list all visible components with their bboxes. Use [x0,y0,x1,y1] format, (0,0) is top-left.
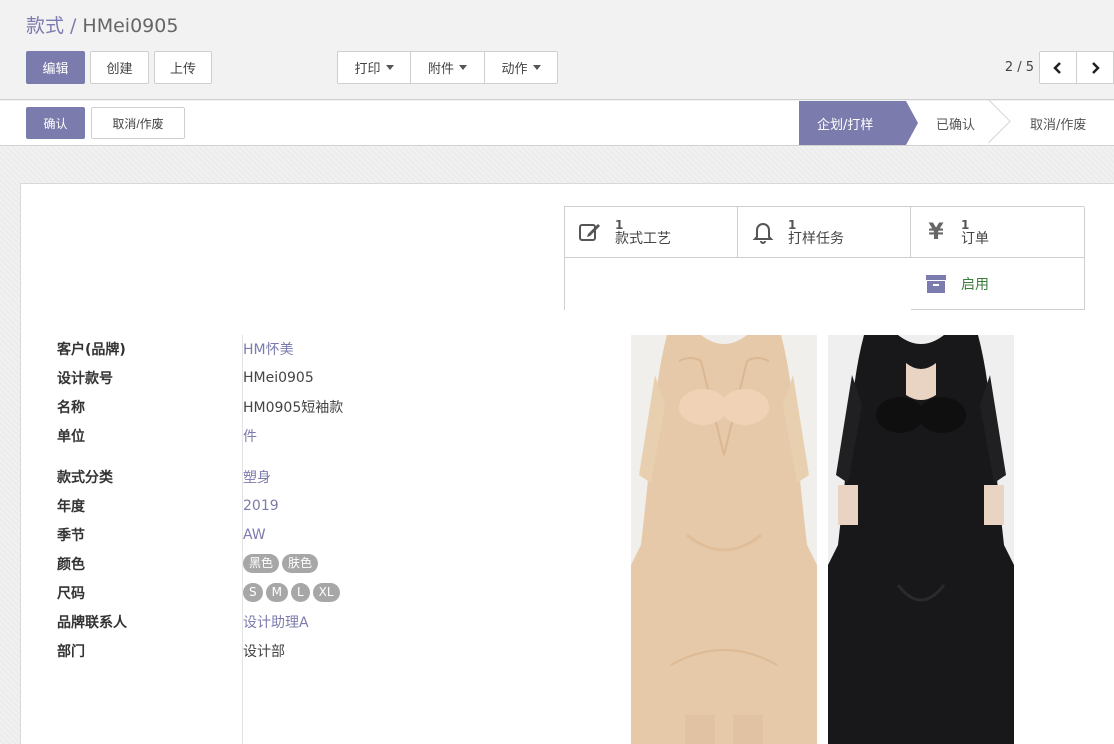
field-name: 名称 HM0905短袖款 [57,392,577,421]
style-craft-label: 款式工艺 [615,231,671,247]
field-category: 款式分类 塑身 [57,462,577,491]
style-craft-button[interactable]: 1 款式工艺 [565,207,738,258]
form-sheet: 1 款式工艺 1 打样任务 ¥ 1 订单 启用 客户(品牌) HM怀美 设计款号… [20,183,1114,744]
caret-down-icon [385,65,394,70]
category-link[interactable]: 塑身 [243,467,271,487]
size-tag: L [290,583,310,602]
name-value: HM0905短袖款 [243,399,344,416]
edit-icon [577,221,603,243]
sample-task-label: 打样任务 [788,231,844,247]
breadcrumb-parent-link[interactable]: 款式 [26,11,64,38]
caret-down-icon [459,65,467,70]
sample-task-count: 1 [788,218,797,232]
create-button[interactable]: 创建 [90,51,149,84]
style-craft-count: 1 [615,218,624,232]
size-tag: M [265,583,288,602]
field-label: 部门 [57,643,85,660]
field-year: 年度 2019 [57,491,577,520]
design-no-value: HMei0905 [243,369,314,386]
smart-buttons: 1 款式工艺 1 打样任务 ¥ 1 订单 启用 [564,206,1085,310]
pager: 2 / 5 [1005,51,1114,84]
caret-down-icon [532,65,541,70]
field-label: 品牌联系人 [57,614,127,631]
color-tags: 黑色 肤色 [243,554,319,573]
customer-link[interactable]: HM怀美 [243,339,294,359]
order-button[interactable]: ¥ 1 订单 [911,207,1085,258]
status-step-confirmed[interactable]: 已确认 [906,101,1000,145]
size-tag: S [243,583,263,602]
status-actions: 确认 取消/作废 [26,107,185,139]
sample-task-button[interactable]: 1 打样任务 [738,207,911,258]
field-label: 单位 [57,428,85,445]
size-tag: XL [312,583,340,602]
status-step-planning[interactable]: 企划/打样 [799,101,918,145]
pager-previous-button[interactable] [1039,51,1077,84]
field-label: 年度 [57,498,85,515]
product-image-black[interactable] [828,335,1014,744]
field-design-no: 设计款号 HMei0905 [57,363,577,392]
order-count: 1 [961,218,970,232]
form-fields: 客户(品牌) HM怀美 设计款号 HMei0905 名称 HM0905短袖款 单… [57,334,577,665]
order-label: 订单 [961,231,989,247]
bell-icon [750,220,776,244]
active-label: 启用 [961,276,989,293]
archive-icon [923,274,949,294]
attachment-dropdown[interactable]: 附件 [410,51,485,84]
confirm-button[interactable]: 确认 [26,107,85,139]
yen-icon: ¥ [928,219,944,245]
action-label: 动作 [501,61,528,76]
field-season: 季节 AW [57,520,577,549]
active-toggle-button[interactable]: 启用 [911,258,1085,310]
upload-button[interactable]: 上传 [154,51,212,84]
field-label: 颜色 [57,556,85,573]
contact-link[interactable]: 设计助理A [243,612,309,632]
pager-value[interactable]: 2 / 5 [1005,60,1034,75]
cancel-button[interactable]: 取消/作废 [91,107,185,139]
breadcrumb-separator: / [70,15,77,37]
color-tag: 肤色 [282,554,319,573]
unit-link[interactable]: 件 [243,426,257,446]
field-unit: 单位 件 [57,421,577,450]
control-panel: 款式 / HMei0905 编辑 创建 上传 打印 附件 动作 2 / 5 [0,0,1114,100]
field-label: 季节 [57,527,85,544]
breadcrumb-current: HMei0905 [82,15,179,37]
status-step-cancelled[interactable]: 取消/作废 [1000,101,1114,145]
season-link[interactable]: AW [243,527,266,543]
attachment-label: 附件 [427,61,454,76]
field-department: 部门 设计部 [57,636,577,665]
field-size: 尺码 S M L XL [57,578,577,607]
color-tag: 黑色 [243,554,280,573]
sidebar-dropdowns: 打印 附件 动作 [337,51,558,84]
product-image-nude[interactable] [631,335,817,744]
chevron-right-icon [1092,61,1100,74]
field-label: 客户(品牌) [57,341,126,358]
pager-next-button[interactable] [1076,51,1114,84]
size-tags: S M L XL [243,583,340,602]
year-link[interactable]: 2019 [243,498,279,514]
department-value: 设计部 [243,643,285,660]
field-label: 设计款号 [57,370,113,387]
smart-empty-cell [738,258,911,310]
field-color: 颜色 黑色 肤色 [57,549,577,578]
field-customer: 客户(品牌) HM怀美 [57,334,577,363]
smart-empty-cell [565,258,738,310]
print-dropdown[interactable]: 打印 [337,51,411,84]
field-label: 尺码 [57,585,85,602]
status-steps: 企划/打样 已确认 取消/作废 [799,101,1114,145]
main-buttons: 编辑 创建 上传 [26,51,217,84]
field-label: 名称 [57,399,85,416]
field-contact: 品牌联系人 设计助理A [57,607,577,636]
field-label: 款式分类 [57,469,113,486]
statusbar: 确认 取消/作废 企划/打样 已确认 取消/作废 [0,101,1114,146]
chevron-left-icon [1053,61,1061,74]
breadcrumb: 款式 / HMei0905 [26,11,178,38]
edit-button[interactable]: 编辑 [26,51,85,84]
print-label: 打印 [354,61,381,76]
action-dropdown[interactable]: 动作 [484,51,558,84]
